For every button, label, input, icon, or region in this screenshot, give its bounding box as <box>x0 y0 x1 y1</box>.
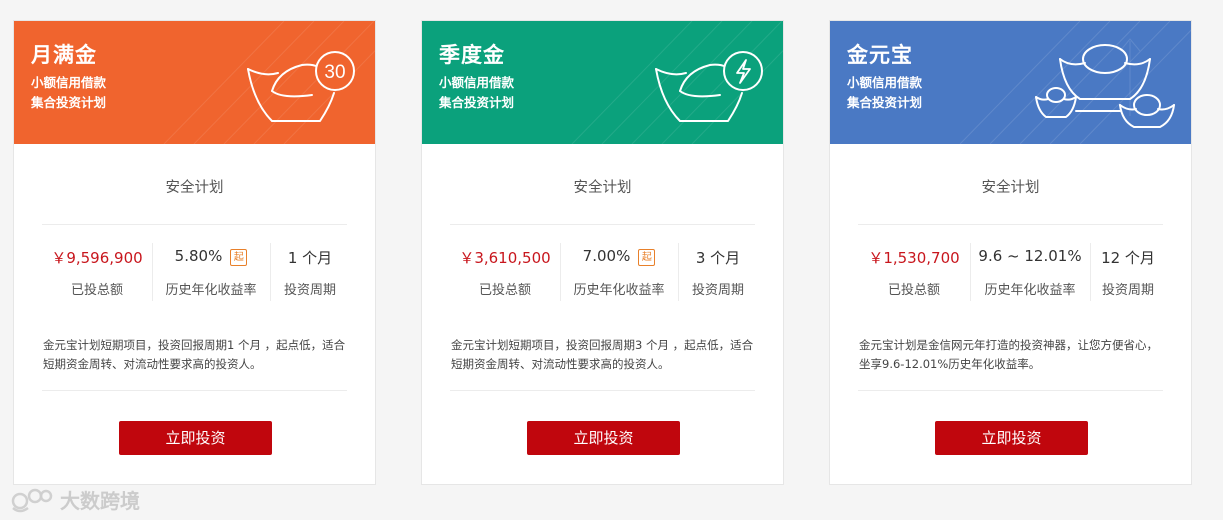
watermark: 大数跨境 <box>8 482 140 516</box>
gold-ingot-30-icon: 30 <box>247 51 355 122</box>
invest-period: 1 个月 <box>287 249 333 267</box>
invested-amount-label: 已投总额 <box>70 283 123 298</box>
annual-rate-label: 历史年化收益率 <box>984 283 1076 298</box>
divider <box>450 224 755 225</box>
stat-amount: ￥3,610,500 已投总额 <box>450 241 560 303</box>
stat-rate: 7.00% 起 历史年化收益率 <box>560 241 678 303</box>
card-subtitle: 集合投资计划 <box>847 95 923 110</box>
plan-name: 安全计划 <box>165 180 224 196</box>
divider <box>42 390 347 391</box>
product-card-yuemanjin: 月满金 小额信用借款 集合投资计划 30 安全计划 ￥9,596,900 已投总… <box>13 20 376 485</box>
invest-period: 3 个月 <box>695 249 741 267</box>
invest-now-button[interactable]: 立即投资 <box>119 421 272 455</box>
stats-row: ￥9,596,900 已投总额 5.80% 起 历史年化收益率 1 个月 投资周期 <box>42 241 347 303</box>
invested-amount: ￥1,530,700 <box>868 249 960 267</box>
product-list: 月满金 小额信用借款 集合投资计划 30 安全计划 ￥9,596,900 已投总… <box>0 0 1223 520</box>
card-subtitle: 集合投资计划 <box>439 95 515 110</box>
annual-rate: 7.00% 起 <box>560 247 678 266</box>
invest-period-label: 投资周期 <box>283 283 336 298</box>
card-title: 季度金 <box>439 43 505 67</box>
invested-amount-label: 已投总额 <box>478 283 531 298</box>
card-subtitle: 集合投资计划 <box>31 95 107 110</box>
icon-badge-number: 30 <box>324 62 345 83</box>
card-header: 季度金 小额信用借款 集合投资计划 <box>422 21 783 144</box>
stats-row: ￥1,530,700 已投总额 9.6 ~ 12.01% 历史年化收益率 12 … <box>858 241 1163 303</box>
annual-rate: 5.80% 起 <box>152 247 270 266</box>
card-header: 金元宝 小额信用借款 集合投资计划 <box>830 21 1191 144</box>
gold-ingot-lightning-icon <box>655 51 763 122</box>
card-title: 月满金 <box>31 43 97 67</box>
invest-period-label: 投资周期 <box>1101 283 1154 298</box>
card-header: 月满金 小额信用借款 集合投资计划 30 <box>14 21 375 144</box>
card-description: 金元宝计划短期项目，投资回报周期3 个月 ，起点低，适合短期资金周转、对流动性要… <box>451 338 754 371</box>
invest-now-button[interactable]: 立即投资 <box>527 421 680 455</box>
rate-from-badge: 起 <box>230 249 248 266</box>
divider <box>858 224 1163 225</box>
divider <box>42 224 347 225</box>
annual-rate-label: 历史年化收益率 <box>573 283 665 298</box>
card-description: 金元宝计划短期项目，投资回报周期1 个月 ，起点低，适合短期资金周转、对流动性要… <box>43 338 346 371</box>
annual-rate-value: 7.00% <box>582 247 631 265</box>
invested-amount: ￥9,596,900 <box>51 249 143 267</box>
product-card-jidujin: 季度金 小额信用借款 集合投资计划 安全计划 ￥3,610,500 已投总额 7… <box>421 20 784 485</box>
product-card-jinyuanbao: 金元宝 小额信用借款 集合投资计划 安全计划 ￥1,530,700 已投总额 9… <box>829 20 1192 485</box>
invest-period: 12 个月 <box>1101 249 1155 267</box>
annual-rate-value: 9.6 ~ 12.01% <box>978 247 1082 265</box>
invest-now-button[interactable]: 立即投资 <box>935 421 1088 455</box>
stat-amount: ￥1,530,700 已投总额 <box>858 241 970 303</box>
annual-rate-value: 5.80% <box>174 247 223 265</box>
card-description: 金元宝计划是金信网元年打造的投资神器，让您方便省心，坐享9.6-12.01%历史… <box>859 338 1158 371</box>
watermark-logo-icon <box>11 488 53 513</box>
stat-period: 3 个月 投资周期 <box>678 241 758 303</box>
stats-row: ￥3,610,500 已投总额 7.00% 起 历史年化收益率 3 个月 投资周期 <box>450 241 755 303</box>
rate-from-badge: 起 <box>638 249 656 266</box>
stat-rate: 9.6 ~ 12.01% 历史年化收益率 <box>970 241 1090 303</box>
card-subtitle: 小额信用借款 <box>847 75 923 90</box>
divider <box>858 390 1163 391</box>
stat-amount: ￥9,596,900 已投总额 <box>42 241 152 303</box>
stat-rate: 5.80% 起 历史年化收益率 <box>152 241 270 303</box>
card-title: 金元宝 <box>847 43 913 67</box>
stat-period: 1 个月 投资周期 <box>270 241 350 303</box>
card-subtitle: 小额信用借款 <box>439 75 515 90</box>
divider <box>450 390 755 391</box>
gold-ingots-stack-icon <box>1035 44 1175 128</box>
invested-amount-label: 已投总额 <box>887 283 940 298</box>
plan-name: 安全计划 <box>981 180 1040 196</box>
watermark-text: 大数跨境 <box>60 488 140 513</box>
invested-amount: ￥3,610,500 <box>459 249 551 267</box>
annual-rate-label: 历史年化收益率 <box>165 283 257 298</box>
invest-period-label: 投资周期 <box>691 283 744 298</box>
card-subtitle: 小额信用借款 <box>31 75 107 90</box>
plan-name: 安全计划 <box>573 180 632 196</box>
stat-period: 12 个月 投资周期 <box>1090 241 1166 303</box>
